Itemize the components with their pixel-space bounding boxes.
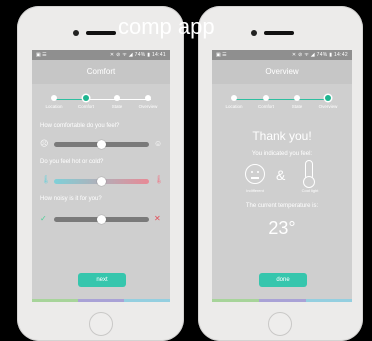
step-label-state: State (291, 104, 303, 109)
bottom-bar-segment (78, 299, 124, 302)
ampersand: & (276, 167, 286, 183)
done-button[interactable]: done (259, 273, 307, 287)
question-hot-cold: Do you feel hot or cold? (40, 159, 104, 165)
page-title: Comfort (32, 60, 170, 84)
home-button[interactable] (268, 312, 292, 336)
front-camera (251, 30, 257, 36)
stepper-line-done (234, 99, 332, 100)
comfort-screen: ▣ ☰ ✕ ⊘ ᯤ ◢ 74% ▮ 14:41 Comfort Location… (32, 50, 170, 302)
bottom-bar-segment (32, 299, 78, 302)
step-dot-comfort[interactable] (83, 94, 89, 101)
overview-screen: ▣ ☰ ✕ ⊘ ᯤ ◢ 74% ▮ 14:42 Overview Locatio… (212, 50, 352, 302)
happy-face-icon: ☺ (154, 139, 163, 148)
temperature-label: The current temperature is: (245, 203, 319, 209)
temperature-value: 23° (268, 218, 296, 238)
step-dot-comfort[interactable] (263, 94, 269, 101)
neutral-face-icon (245, 164, 265, 184)
phone-left: ▣ ☰ ✕ ⊘ ᯤ ◢ 74% ▮ 14:41 Comfort Location… (17, 6, 184, 341)
comfort-slider-knob[interactable] (97, 140, 106, 149)
feel-subheading: You indicated you feel: (251, 151, 313, 157)
next-button[interactable]: next (78, 273, 126, 287)
feel-label-indifferent: Indifferent (246, 188, 264, 193)
bottom-color-bar (212, 299, 352, 302)
neutral-face-mouth (251, 177, 259, 179)
status-left-icons: ▣ ☰ (216, 52, 227, 58)
page-title: Overview (212, 60, 352, 84)
hot-thermometer-icon: 🌡︎ (154, 175, 165, 184)
check-icon: ✓ (40, 214, 47, 223)
bottom-bar-segment (259, 299, 306, 302)
step-label-location: Location (45, 104, 63, 109)
temperature-slider-knob[interactable] (97, 177, 106, 186)
step-label-location: Location (225, 104, 243, 109)
phone-right: ▣ ☰ ✕ ⊘ ᯤ ◢ 74% ▮ 14:42 Overview Locatio… (198, 6, 363, 341)
noise-slider[interactable] (54, 215, 149, 224)
temperature-slider[interactable] (54, 177, 149, 186)
speaker-grille (264, 31, 294, 35)
step-label-state: State (111, 104, 123, 109)
cross-icon: ✕ (154, 214, 161, 223)
speaker-grille (86, 31, 116, 35)
progress-stepper: Location Comfort State Overview (212, 94, 352, 119)
neutral-face-eye (257, 171, 259, 173)
thank-you-heading: Thank you! (252, 129, 312, 143)
status-bar: ▣ ☰ ✕ ⊘ ᯤ ◢ 74% ▮ 14:42 (212, 50, 352, 60)
step-dot-overview[interactable] (325, 94, 331, 101)
home-button[interactable] (89, 312, 113, 336)
bottom-color-bar (32, 299, 170, 302)
status-left-icons: ▣ ☰ (36, 52, 47, 58)
step-dot-state[interactable] (294, 94, 300, 101)
feel-label-cool: Cool light (301, 188, 319, 193)
bottom-bar-segment (124, 299, 170, 302)
stepper-line (89, 99, 151, 100)
step-dot-location[interactable] (51, 94, 57, 101)
bottom-bar-segment (306, 299, 352, 302)
sad-face-icon: ☹ (40, 139, 49, 148)
comfort-slider[interactable] (54, 140, 149, 149)
front-camera (73, 30, 79, 36)
caption-title: comp app (118, 14, 215, 39)
neutral-face-eye (251, 171, 253, 173)
status-right: ✕ ⊘ ᯤ ◢ 74% ▮ 14:42 (291, 52, 348, 58)
status-bar: ▣ ☰ ✕ ⊘ ᯤ ◢ 74% ▮ 14:41 (32, 50, 170, 60)
progress-stepper: Location Comfort State Overview (32, 94, 170, 119)
step-label-comfort: Comfort (77, 104, 94, 109)
step-label-overview: Overview (318, 104, 338, 109)
step-dot-state[interactable] (114, 94, 120, 101)
thermometer-bulb-icon (303, 176, 315, 188)
bottom-bar-segment (212, 299, 259, 302)
noise-slider-knob[interactable] (97, 215, 106, 224)
step-dot-overview[interactable] (145, 94, 151, 101)
question-comfort: How comfortable do you feel? (40, 123, 120, 129)
step-dot-location[interactable] (231, 94, 237, 101)
status-right: ✕ ⊘ ᯤ ◢ 74% ▮ 14:41 (109, 52, 166, 58)
cold-thermometer-icon: 🌡︎ (41, 175, 52, 184)
step-label-overview: Overview (138, 104, 158, 109)
question-noise: How noisy is it for you? (40, 196, 102, 202)
step-label-comfort: Comfort (257, 104, 274, 109)
